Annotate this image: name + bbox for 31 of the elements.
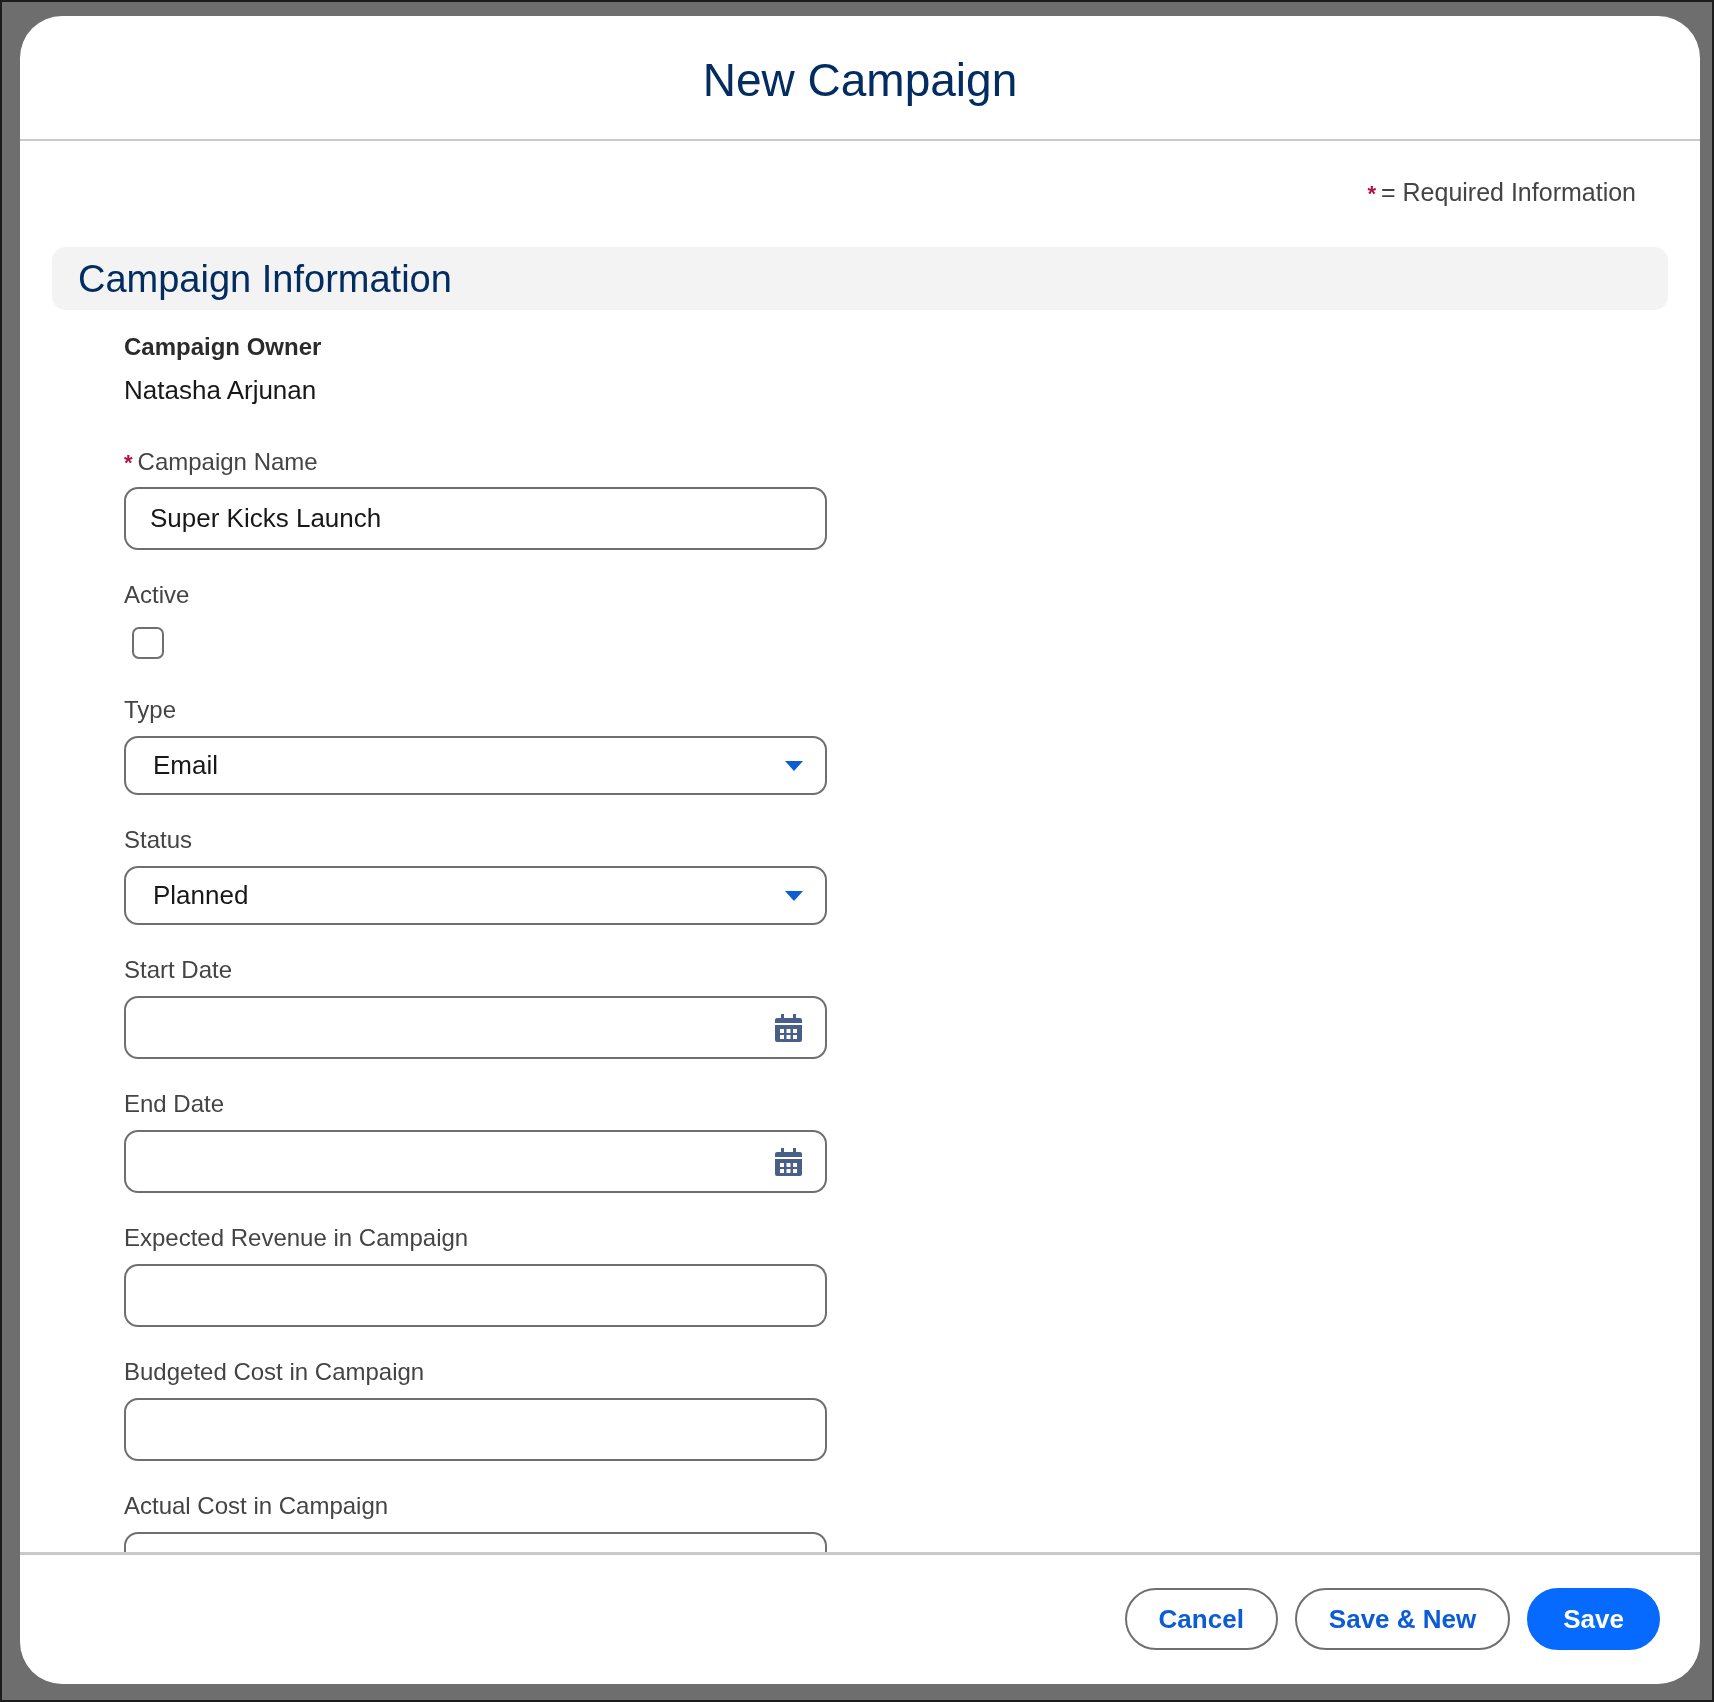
field-label: End Date — [124, 1089, 225, 1119]
cancel-button[interactable]: Cancel — [1124, 1587, 1278, 1650]
field-label: Type — [124, 695, 177, 725]
caret-icon — [785, 760, 803, 771]
calendar-icon[interactable] — [775, 1013, 802, 1042]
calendar-icon[interactable] — [775, 1147, 802, 1176]
text-input[interactable] — [124, 1264, 827, 1327]
text-input[interactable] — [124, 1398, 827, 1461]
modal-title: New Campaign — [702, 52, 1018, 108]
section-title: Campaign Information — [78, 256, 452, 302]
save-and-new-button[interactable]: Save & New — [1294, 1587, 1511, 1650]
date-input[interactable] — [124, 1130, 827, 1193]
caret-icon — [785, 890, 803, 901]
field-label: Budgeted Cost in Campaign — [124, 1357, 425, 1387]
required-asterisk: * — [1367, 180, 1376, 208]
dropdown[interactable]: Email — [124, 736, 827, 795]
field-label: Campaign Owner — [124, 332, 322, 362]
checkbox[interactable] — [132, 627, 164, 659]
field-label: Status — [124, 825, 193, 855]
text-input[interactable]: Super Kicks Launch — [124, 487, 827, 550]
date-input[interactable] — [124, 996, 827, 1059]
required-note: = Required Information — [1381, 177, 1636, 207]
field-value: Natasha Arjunan — [124, 375, 317, 405]
required-asterisk: * — [124, 449, 133, 477]
field-label: Expected Revenue in Campaign — [124, 1223, 469, 1253]
dropdown[interactable]: Planned — [124, 866, 827, 925]
save-button[interactable]: Save — [1527, 1587, 1660, 1650]
field-label: Active — [124, 580, 190, 610]
field-label: Start Date — [124, 955, 233, 985]
field-label: Actual Cost in Campaign — [124, 1491, 389, 1521]
field-label: Campaign Name — [137, 447, 318, 477]
